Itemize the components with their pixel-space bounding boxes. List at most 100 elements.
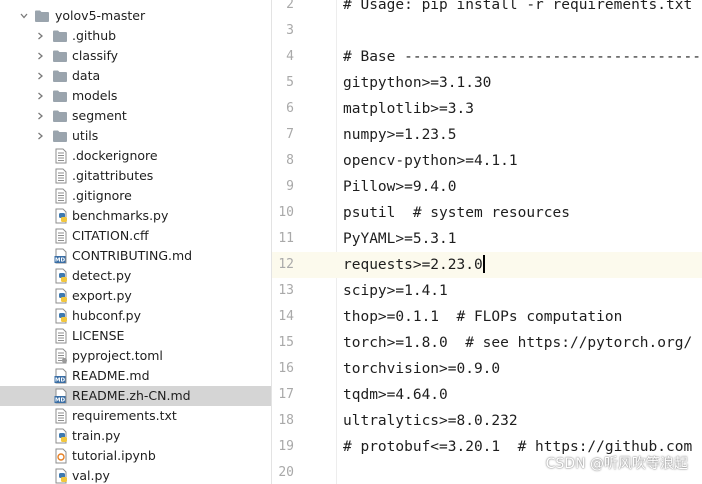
code-line[interactable]: 6 matplotlib>=3.3 <box>272 96 702 122</box>
tree-file[interactable]: MD CONTRIBUTING.md <box>0 246 271 266</box>
tree-item-label: train.py <box>72 428 121 443</box>
tree-file[interactable]: tutorial.ipynb <box>0 446 271 466</box>
tree-file[interactable]: benchmarks.py <box>0 206 271 226</box>
markdown-file-icon: MD <box>54 368 67 384</box>
chevron-down-icon[interactable] <box>20 12 28 20</box>
line-number: 11 <box>278 231 294 246</box>
code-text: opencv-python>=4.1.1 <box>343 153 518 169</box>
tree-item-label: hubconf.py <box>72 308 142 323</box>
code-line[interactable]: 8 opencv-python>=4.1.1 <box>272 148 702 174</box>
code-line[interactable]: 11 PyYAML>=5.3.1 <box>272 226 702 252</box>
tree-file[interactable]: hubconf.py <box>0 306 271 326</box>
tree-file[interactable]: val.py <box>0 466 271 484</box>
markdown-file-icon: MD <box>54 248 67 264</box>
chevron-right-icon[interactable] <box>36 112 44 120</box>
tree-file[interactable]: pyproject.toml <box>0 346 271 366</box>
code-line[interactable]: 17 tqdm>=4.64.0 <box>272 382 702 408</box>
code-line[interactable]: 18 ultralytics>=8.0.232 <box>272 408 702 434</box>
python-file-icon <box>55 308 67 324</box>
python-file-icon <box>55 288 67 304</box>
tree-folder[interactable]: .github <box>0 26 271 46</box>
tree-file[interactable]: detect.py <box>0 266 271 286</box>
line-number: 7 <box>286 127 294 142</box>
tree-folder[interactable]: classify <box>0 46 271 66</box>
tree-file[interactable]: .dockerignore <box>0 146 271 166</box>
line-number: 20 <box>278 465 294 480</box>
text-file-icon <box>55 168 67 184</box>
tree-folder[interactable]: segment <box>0 106 271 126</box>
python-file-icon <box>55 468 67 484</box>
code-editor[interactable]: 2 # Usage: pip install -r requirements.tx… <box>272 0 702 484</box>
line-number: 10 <box>278 205 294 220</box>
code-text: gitpython>=3.1.30 <box>343 75 492 91</box>
tree-file[interactable]: .gitignore <box>0 186 271 206</box>
toml-file-icon <box>55 348 67 364</box>
project-tree-panel[interactable]: yolov5-master .github classify data models se… <box>0 0 271 484</box>
code-text: matplotlib>=3.3 <box>343 101 474 117</box>
tree-file[interactable]: .gitattributes <box>0 166 271 186</box>
code-line[interactable]: 10 psutil # system resources <box>272 200 702 226</box>
tree-item-label: val.py <box>72 468 110 483</box>
tree-file[interactable]: CITATION.cff <box>0 226 271 246</box>
line-number: 9 <box>286 179 294 194</box>
code-line[interactable]: 16 torchvision>=0.9.0 <box>272 356 702 382</box>
tree-item-label: classify <box>72 48 119 63</box>
folder-icon <box>53 30 67 42</box>
tree-file[interactable]: MD README.zh-CN.md <box>0 386 271 406</box>
text-file-icon <box>55 148 67 164</box>
code-line[interactable]: 13 scipy>=1.4.1 <box>272 278 702 304</box>
line-number: 6 <box>286 101 294 116</box>
text-file-icon <box>55 228 67 244</box>
tree-file[interactable]: LICENSE <box>0 326 271 346</box>
code-text: ultralytics>=8.0.232 <box>343 413 518 429</box>
svg-text:MD: MD <box>55 378 65 384</box>
markdown-file-icon: MD <box>54 388 67 404</box>
tree-item-label: .gitignore <box>72 188 132 203</box>
code-line-content-wrapper: requests>=2.23.0 <box>343 252 485 278</box>
text-file-icon <box>55 188 67 204</box>
python-file-icon <box>55 428 67 444</box>
tree-item-label: data <box>72 68 101 83</box>
chevron-right-icon[interactable] <box>36 132 44 140</box>
tree-root-folder[interactable]: yolov5-master <box>0 6 271 26</box>
tree-folder[interactable]: models <box>0 86 271 106</box>
tree-folder[interactable]: utils <box>0 126 271 146</box>
code-line[interactable]: 4 # Base --------------------------------… <box>272 44 702 70</box>
code-line[interactable]: 14 thop>=0.1.1 # FLOPs computation <box>272 304 702 330</box>
code-line[interactable]: 5 gitpython>=3.1.30 <box>272 70 702 96</box>
code-text: # Usage: pip install -r requirements.txt <box>343 0 693 13</box>
code-line[interactable]: 2 # Usage: pip install -r requirements.tx… <box>272 0 702 18</box>
tree-item-label: segment <box>72 108 127 123</box>
line-number: 13 <box>278 283 294 298</box>
tree-file[interactable]: requirements.txt <box>0 406 271 426</box>
chevron-right-icon[interactable] <box>36 52 44 60</box>
tree-file[interactable]: MD README.md <box>0 366 271 386</box>
tree-folder[interactable]: data <box>0 66 271 86</box>
folder-icon <box>53 50 67 62</box>
tree-item-label: .dockerignore <box>72 148 158 163</box>
tree-item-label: export.py <box>72 288 132 303</box>
code-text: tqdm>=4.64.0 <box>343 387 448 403</box>
tree-file[interactable]: train.py <box>0 426 271 446</box>
chevron-right-icon[interactable] <box>36 72 44 80</box>
tree-file[interactable]: export.py <box>0 286 271 306</box>
tree-item-label: utils <box>72 128 99 143</box>
code-text: PyYAML>=5.3.1 <box>343 231 457 247</box>
folder-icon <box>35 10 49 22</box>
line-number: 8 <box>286 153 294 168</box>
code-line-current[interactable]: 12 requests>=2.23.0 <box>272 252 702 278</box>
code-text: scipy>=1.4.1 <box>343 283 448 299</box>
line-number: 3 <box>286 23 294 38</box>
chevron-right-icon[interactable] <box>36 32 44 40</box>
tree-item-label: README.md <box>72 368 150 383</box>
folder-icon <box>53 90 67 102</box>
code-text: torchvision>=0.9.0 <box>343 361 501 377</box>
code-text: psutil # system resources <box>343 205 570 221</box>
tree-item-label: .github <box>72 28 117 43</box>
code-line[interactable]: 9 Pillow>=9.4.0 <box>272 174 702 200</box>
code-line[interactable]: 7 numpy>=1.23.5 <box>272 122 702 148</box>
code-line[interactable]: 3 <box>272 18 702 44</box>
code-line[interactable]: 15 torch>=1.8.0 # see https://pytorch.org… <box>272 330 702 356</box>
chevron-right-icon[interactable] <box>36 92 44 100</box>
tree-item-label: README.zh-CN.md <box>72 388 191 403</box>
